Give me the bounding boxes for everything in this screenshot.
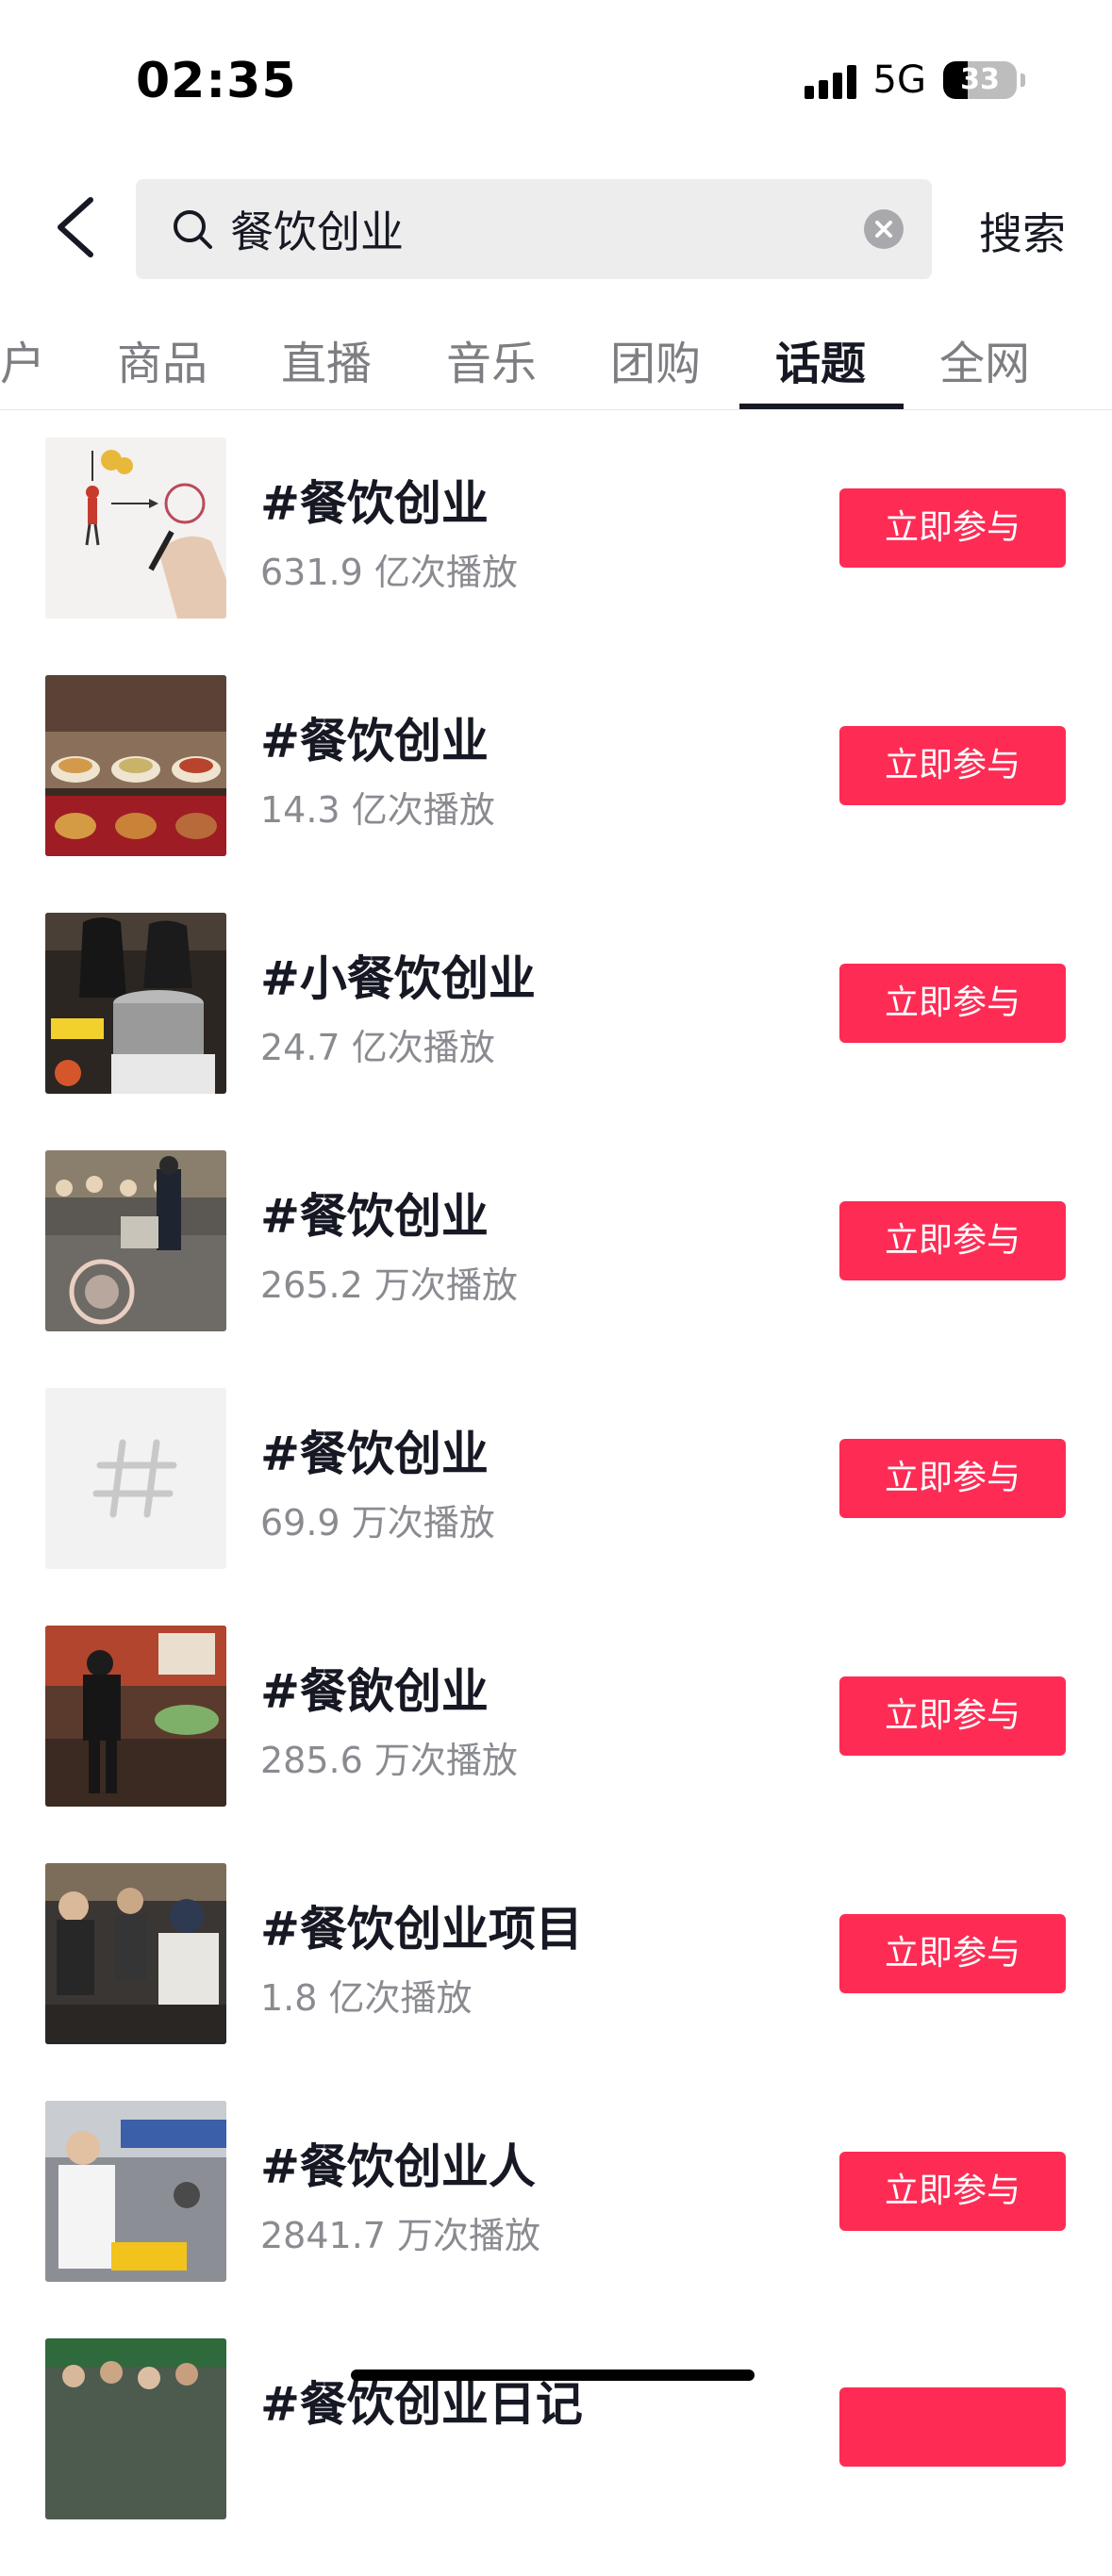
search-icon <box>174 210 212 249</box>
topic-thumbnail <box>45 2101 226 2282</box>
search-input[interactable] <box>230 179 796 279</box>
tab-users[interactable]: 户 <box>0 326 45 392</box>
topic-row[interactable]: #餐饮创业人 2841.7 万次播放 立即参与 <box>0 2101 1112 2338</box>
tab-group-buy[interactable]: 团购 <box>610 326 701 392</box>
tab-music[interactable]: 音乐 <box>446 326 537 392</box>
battery-icon: 33 <box>943 61 1017 99</box>
join-button[interactable]: 立即参与 <box>839 1201 1066 1280</box>
join-button[interactable]: 立即参与 <box>839 488 1066 568</box>
topic-thumbnail <box>45 1863 226 2044</box>
topic-row[interactable]: #小餐饮创业 24.7 亿次播放 立即参与 <box>0 913 1112 1150</box>
topic-play-count: 285.6 万次播放 <box>260 1740 518 1781</box>
topic-title: #餐饮创业 <box>260 476 489 531</box>
join-button[interactable]: 立即参与 <box>839 1676 1066 1756</box>
hashtag-placeholder-icon <box>45 1388 226 1569</box>
topic-row[interactable]: #餐饮创业项目 1.8 亿次播放 立即参与 <box>0 1863 1112 2101</box>
topic-thumbnail <box>45 1150 226 1331</box>
tab-live[interactable]: 直播 <box>281 326 372 392</box>
topic-thumbnail <box>45 675 226 856</box>
join-button[interactable]: 立即参与 <box>839 1914 1066 1993</box>
join-button[interactable]: 立即参与 <box>839 964 1066 1043</box>
home-indicator <box>351 2370 755 2381</box>
topic-title: #餐饮创业 <box>260 714 489 768</box>
topic-thumbnail <box>45 913 226 1094</box>
topic-play-count: 2841.7 万次播放 <box>260 2215 541 2256</box>
topic-row[interactable]: #餐饮创业 631.9 亿次播放 立即参与 <box>0 438 1112 675</box>
topic-title: #餐饮创业 <box>260 1427 489 1481</box>
back-arrow-icon[interactable] <box>49 194 102 260</box>
topic-title: #小餐饮创业 <box>260 951 536 1006</box>
topic-row[interactable]: #餐飲创业 285.6 万次播放 立即参与 <box>0 1626 1112 1863</box>
join-button[interactable] <box>839 2387 1066 2467</box>
search-button[interactable]: 搜索 <box>979 200 1066 262</box>
join-button[interactable]: 立即参与 <box>839 2152 1066 2231</box>
tab-products[interactable]: 商品 <box>117 326 207 392</box>
tab-all-web[interactable]: 全网 <box>939 326 1030 392</box>
topic-title: #餐饮创业人 <box>260 2139 536 2194</box>
join-button[interactable]: 立即参与 <box>839 726 1066 805</box>
topic-title: #餐飲创业 <box>260 1664 489 1719</box>
signal-icon <box>804 61 856 99</box>
topic-play-count: 1.8 亿次播放 <box>260 1977 473 2019</box>
topic-thumbnail <box>45 2338 226 2519</box>
topic-play-count: 631.9 亿次播放 <box>260 552 518 593</box>
battery-cap <box>1021 74 1025 87</box>
topic-play-count: 69.9 万次播放 <box>260 1502 495 1544</box>
topic-thumbnail <box>45 1626 226 1807</box>
topic-row[interactable]: #餐饮创业 14.3 亿次播放 立即参与 <box>0 675 1112 913</box>
tab-topics[interactable]: 话题 <box>775 326 866 392</box>
category-tabs: 户 商品 直播 音乐 团购 话题 全网 <box>0 311 1112 410</box>
topic-row[interactable]: #餐饮创业 69.9 万次播放 立即参与 <box>0 1388 1112 1626</box>
clear-icon[interactable] <box>864 209 904 249</box>
topic-play-count: 14.3 亿次播放 <box>260 789 495 831</box>
network-type: 5G <box>872 58 926 102</box>
topic-title: #餐饮创业 <box>260 1189 489 1244</box>
topic-row[interactable]: #餐饮创业 265.2 万次播放 立即参与 <box>0 1150 1112 1388</box>
status-time: 02:35 <box>136 53 297 109</box>
topic-title: #餐饮创业项目 <box>260 1902 583 1957</box>
active-tab-indicator <box>739 404 904 409</box>
status-indicators: 5G 33 <box>804 57 1025 104</box>
topic-play-count: 24.7 亿次播放 <box>260 1027 495 1068</box>
join-button[interactable]: 立即参与 <box>839 1439 1066 1518</box>
battery-level: 33 <box>960 63 1000 96</box>
topic-play-count: 265.2 万次播放 <box>260 1264 518 1306</box>
topic-thumbnail <box>45 438 226 619</box>
search-box[interactable] <box>136 179 932 279</box>
